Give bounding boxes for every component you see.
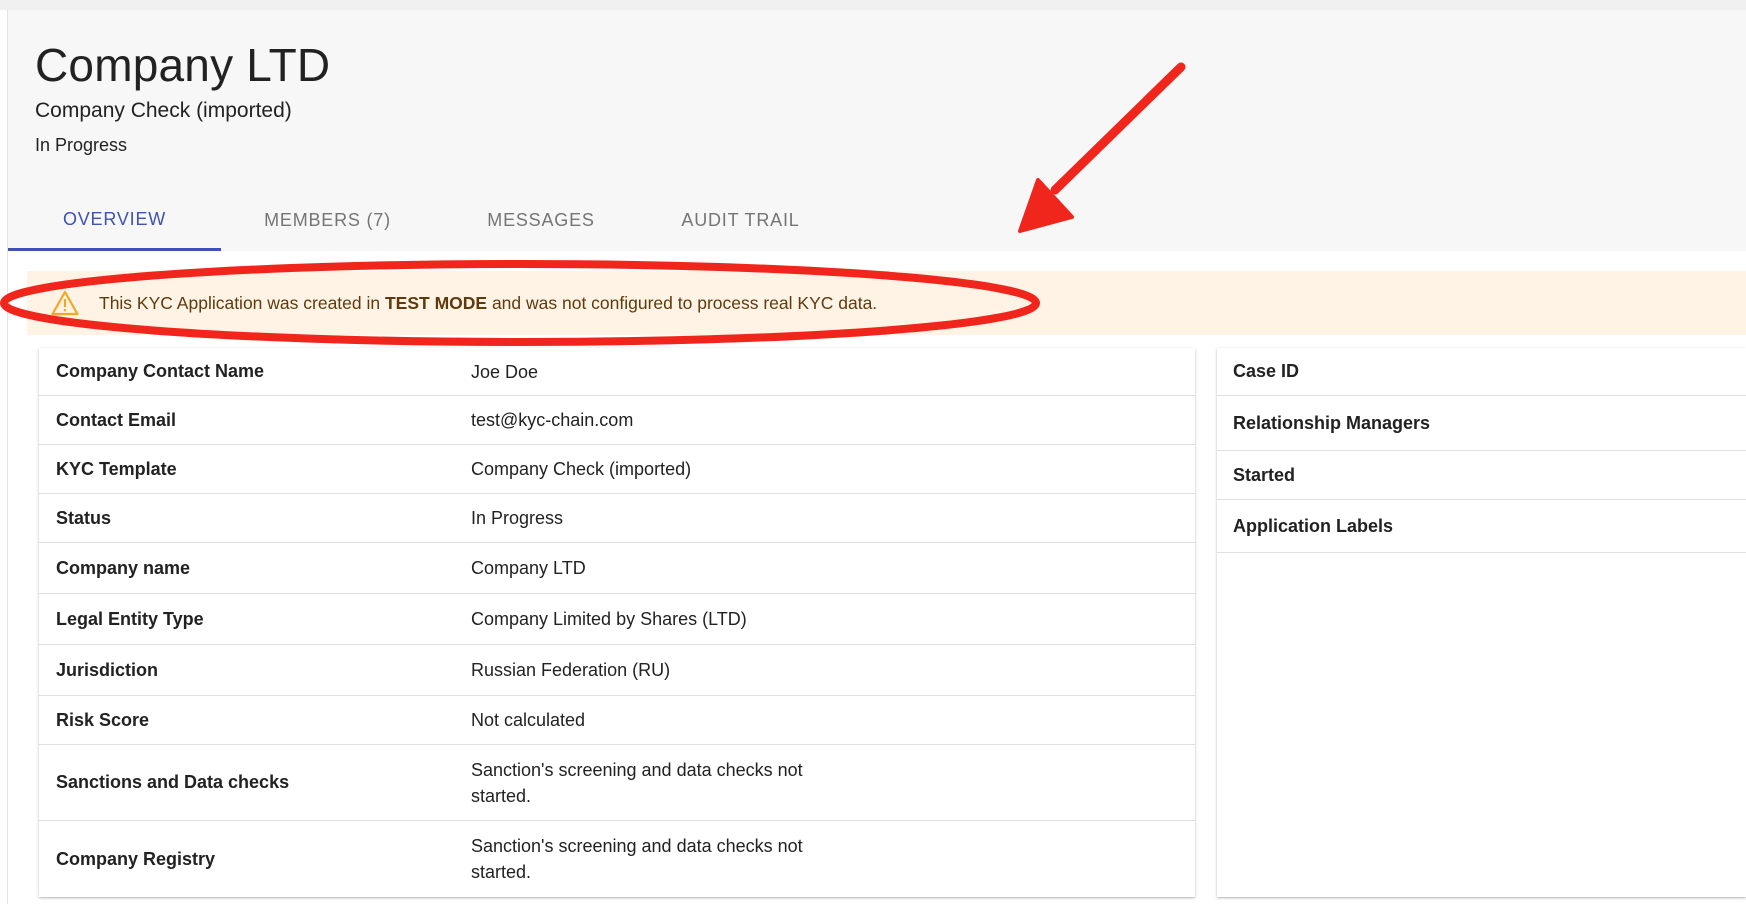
detail-row-legal-entity-type: Legal Entity Type Company Limited by Sha… xyxy=(39,594,1195,645)
top-strip xyxy=(0,0,1746,10)
case-row-case-id: Case ID xyxy=(1217,348,1746,396)
detail-value: Russian Federation (RU) xyxy=(471,660,671,680)
detail-row-company-registry: Company Registry Sanction's screening an… xyxy=(39,821,1195,897)
case-row-application-labels: Application Labels xyxy=(1217,500,1746,553)
detail-label: Status xyxy=(56,507,112,528)
detail-value: Company Limited by Shares (LTD) xyxy=(471,609,747,629)
tab-bar: OVERVIEW MEMBERS (7) MESSAGES AUDIT TRAI… xyxy=(8,190,833,251)
case-label: Case ID xyxy=(1233,361,1300,381)
page-title: Company LTD xyxy=(35,39,331,91)
details-card: Company Contact Name Joe Doe Contact Ema… xyxy=(39,348,1195,897)
tab-messages[interactable]: MESSAGES xyxy=(434,190,648,251)
case-info-card: Case ID Relationship Managers Started Ap… xyxy=(1217,348,1746,897)
detail-row-contact-name: Company Contact Name Joe Doe xyxy=(39,348,1195,396)
page-subtitle: Company Check (imported) xyxy=(35,99,292,122)
detail-value: Company Check (imported) xyxy=(471,459,692,479)
banner-text-before: This KYC Application was created in xyxy=(99,292,385,313)
warning-icon xyxy=(51,289,79,317)
application-status: In Progress xyxy=(35,135,128,155)
detail-label: Legal Entity Type xyxy=(56,608,204,629)
detail-value: test@kyc-chain.com xyxy=(471,410,634,430)
detail-row-jurisdiction: Jurisdiction Russian Federation (RU) xyxy=(39,645,1195,696)
detail-label: Company name xyxy=(56,557,191,578)
detail-label: KYC Template xyxy=(56,458,177,479)
detail-label: Sanctions and Data checks xyxy=(56,772,290,792)
case-label: Started xyxy=(1233,464,1296,485)
detail-label: Company Registry xyxy=(56,848,216,869)
case-row-started: Started xyxy=(1217,451,1746,500)
detail-value: In Progress xyxy=(471,508,564,528)
detail-label: Jurisdiction xyxy=(56,659,159,680)
detail-value: Joe Doe xyxy=(471,361,539,382)
banner-text-after: and was not configured to process real K… xyxy=(487,292,878,313)
banner-text-bold: TEST MODE xyxy=(384,292,488,313)
detail-row-sanctions-checks: Sanctions and Data checks Sanction's scr… xyxy=(39,745,1195,821)
detail-label: Company Contact Name xyxy=(56,361,265,381)
test-mode-banner: This KYC Application was created in TEST… xyxy=(27,271,1746,335)
tab-overview[interactable]: OVERVIEW xyxy=(8,190,221,251)
detail-value: Not calculated xyxy=(471,710,586,730)
detail-row-company-name: Company name Company LTD xyxy=(39,543,1195,594)
detail-label: Contact Email xyxy=(56,409,177,430)
detail-row-kyc-template: KYC Template Company Check (imported) xyxy=(39,445,1195,494)
detail-row-status: Status In Progress xyxy=(39,494,1195,543)
detail-row-contact-email: Contact Email test@kyc-chain.com xyxy=(39,396,1195,445)
detail-label: Risk Score xyxy=(56,709,150,730)
detail-value: Sanction's screening and data checks not… xyxy=(471,759,803,806)
detail-value: Sanction's screening and data checks not… xyxy=(471,836,803,882)
banner-message: This KYC Application was created in TEST… xyxy=(99,293,877,314)
tab-audit-trail[interactable]: AUDIT TRAIL xyxy=(648,190,833,251)
detail-value: Company LTD xyxy=(471,558,586,578)
case-label: Relationship Managers xyxy=(1233,412,1431,433)
case-label: Application Labels xyxy=(1233,515,1394,536)
detail-row-risk-score: Risk Score Not calculated xyxy=(39,696,1195,745)
case-row-relationship-managers: Relationship Managers xyxy=(1217,396,1746,451)
tab-members[interactable]: MEMBERS (7) xyxy=(221,190,434,251)
